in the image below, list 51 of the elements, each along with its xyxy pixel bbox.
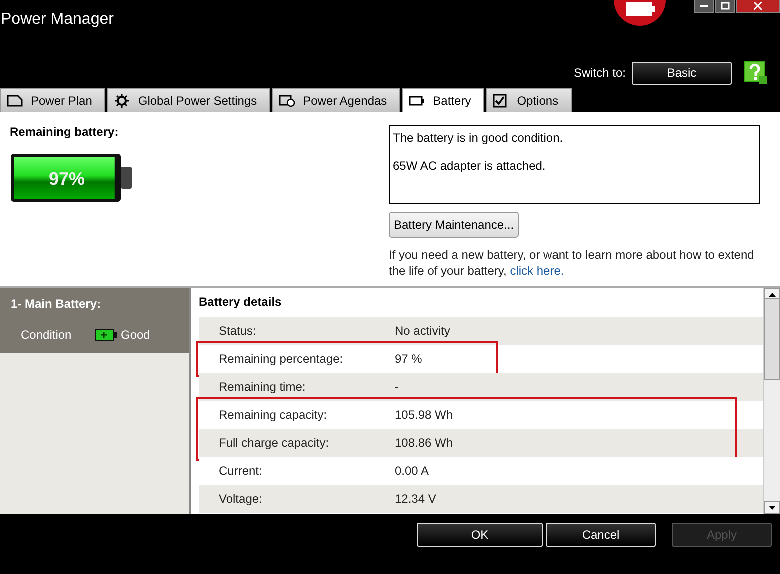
remaining-battery-label: Remaining battery: (10, 125, 120, 139)
detail-label: Full charge capacity: (219, 436, 330, 450)
scrollbar[interactable] (763, 288, 780, 514)
close-button[interactable] (736, 0, 780, 13)
battery-icon (409, 94, 426, 108)
detail-value: 12.34 V (395, 492, 436, 506)
tab[interactable]: Battery (402, 88, 484, 112)
detail-label: Remaining capacity: (219, 408, 328, 422)
detail-value: No activity (395, 324, 450, 338)
click-here-link[interactable]: click here. (510, 264, 564, 278)
calendar-clock-icon (279, 94, 296, 108)
battery-percent: 97% (48, 169, 86, 189)
detail-value: 108.86 Wh (395, 436, 454, 450)
battery-maintenance-button[interactable]: Battery Maintenance... (389, 212, 520, 238)
condition-label: Condition (21, 328, 73, 342)
switch-to-label: Switch to: (574, 66, 626, 80)
maximize-button[interactable] (715, 0, 735, 13)
detail-label: Current: (219, 464, 264, 478)
detail-label: Remaining percentage: (219, 352, 344, 366)
info-text: If you need a new battery, or want to learn more about how to extend the life of your battery, click here. (389, 247, 756, 279)
battery-name: 1- Main Battery: (11, 297, 102, 311)
minimize-icon (700, 5, 708, 7)
detail-label: Voltage: (219, 492, 264, 506)
dialog-button[interactable]: Cancel (546, 523, 656, 547)
detail-value: 97 % (395, 352, 422, 366)
battery-list-item[interactable]: 1- Main Battery: Condition Good (0, 288, 189, 353)
plan-icon (7, 94, 23, 108)
close-icon (754, 2, 762, 10)
detail-value: 105.98 Wh (395, 408, 454, 422)
help-icon[interactable] (744, 61, 768, 85)
battery-icon (95, 329, 117, 341)
tab[interactable]: Power Plan (0, 88, 106, 112)
condition-value: Good (121, 328, 150, 342)
tab[interactable]: Global Power Settings (107, 88, 270, 112)
maximize-icon (720, 2, 730, 10)
details-heading: Battery details (199, 295, 283, 311)
detail-label: Status: (219, 324, 258, 338)
checkbox-icon (493, 94, 510, 108)
scroll-down-icon[interactable] (768, 506, 776, 510)
status-message: 65W AC adapter is attached. (393, 159, 547, 173)
dialog-button[interactable]: OK (417, 523, 543, 547)
minimize-button[interactable] (694, 0, 714, 13)
status-message: The battery is in good condition. (393, 131, 564, 145)
detail-value: 0.00 A (395, 464, 430, 478)
mode-button[interactable]: Basic (632, 62, 732, 84)
settings-icon (114, 94, 130, 108)
tab[interactable]: Options (486, 88, 572, 112)
detail-value: - (395, 380, 399, 394)
window-title: Power Manager (1, 11, 115, 29)
detail-label: Remaining time: (219, 380, 307, 394)
tab[interactable]: Power Agendas (272, 88, 400, 112)
